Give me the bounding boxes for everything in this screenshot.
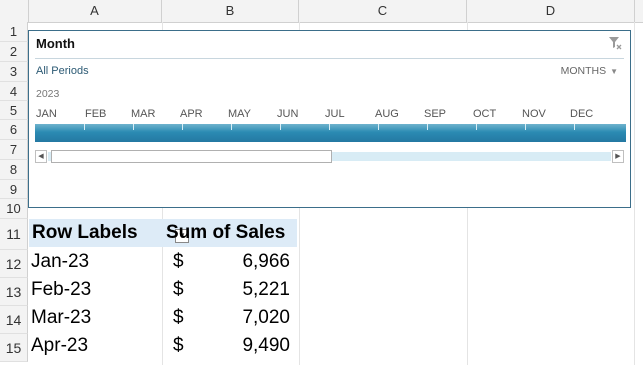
month-label-dec[interactable]: DEC <box>570 108 593 120</box>
currency-symbol: $ <box>173 335 184 356</box>
row-header-13[interactable]: 13 <box>0 278 28 306</box>
row-header-5[interactable]: 5 <box>0 101 28 120</box>
row-header-2[interactable]: 2 <box>0 42 28 62</box>
timeline-divider <box>35 58 624 59</box>
chevron-down-icon: ▼ <box>610 67 618 76</box>
month-label-jan[interactable]: JAN <box>36 108 57 120</box>
timeline-scrollbar[interactable]: ◀ ▶ <box>35 150 624 163</box>
column-header-b[interactable]: B <box>162 0 299 22</box>
month-tick <box>574 124 575 130</box>
month-tick <box>280 124 281 130</box>
month-label-sep[interactable]: SEP <box>424 108 446 120</box>
pivot-header-row: Row Labels ▼ Sum of Sales <box>29 219 297 247</box>
pivot-row-label[interactable]: Apr-23 <box>31 335 88 357</box>
row-header-4[interactable]: 4 <box>0 82 28 101</box>
year-label: 2023 <box>36 88 60 100</box>
pivot-row-label[interactable]: Mar-23 <box>31 307 91 329</box>
row-header-10[interactable]: 10 <box>0 199 28 219</box>
time-level-dropdown[interactable]: MONTHS ▼ <box>561 65 618 77</box>
month-label-mar[interactable]: MAR <box>131 108 155 120</box>
month-label-apr[interactable]: APR <box>180 108 203 120</box>
row-labels-header: Row Labels <box>32 222 138 243</box>
pivot-row-label[interactable]: Jan-23 <box>31 251 89 273</box>
scroll-right-icon[interactable]: ▶ <box>612 150 624 163</box>
timeline-selection-bar[interactable] <box>35 124 626 142</box>
row-header-14[interactable]: 14 <box>0 306 28 334</box>
row-header-7[interactable]: 7 <box>0 140 28 160</box>
pivot-row-value[interactable]: 6,966 <box>190 251 290 273</box>
row-header-1[interactable]: 1 <box>0 22 28 42</box>
column-header-c[interactable]: C <box>299 0 467 22</box>
pivot-row-value[interactable]: 9,490 <box>190 335 290 357</box>
clear-filter-icon[interactable] <box>608 35 622 51</box>
month-label-nov[interactable]: NOV <box>522 108 546 120</box>
select-all-corner[interactable] <box>0 0 29 22</box>
month-tick <box>378 124 379 130</box>
pivot-row-label[interactable]: Feb-23 <box>31 279 91 301</box>
month-tick <box>84 124 85 130</box>
scroll-thumb[interactable] <box>51 150 332 163</box>
sum-of-sales-header: Sum of Sales <box>166 222 286 243</box>
row-header-9[interactable]: 9 <box>0 180 28 199</box>
timeline-slicer[interactable]: Month All Periods MONTHS ▼ 2023 JAN FEB M… <box>28 30 631 208</box>
month-tick <box>525 124 526 130</box>
column-header-bar: A B C D <box>0 0 643 23</box>
row-header-11[interactable]: 11 <box>0 219 28 250</box>
row-header-3[interactable]: 3 <box>0 62 28 82</box>
column-header-a[interactable]: A <box>28 0 162 22</box>
scroll-left-icon[interactable]: ◀ <box>35 150 47 163</box>
currency-symbol: $ <box>173 279 184 300</box>
month-label-jun[interactable]: JUN <box>277 108 298 120</box>
month-label-feb[interactable]: FEB <box>85 108 106 120</box>
currency-symbol: $ <box>173 251 184 272</box>
row-header-15[interactable]: 15 <box>0 334 28 362</box>
row-header-12[interactable]: 12 <box>0 250 28 278</box>
pivot-row-value[interactable]: 7,020 <box>190 307 290 329</box>
time-level-label: MONTHS <box>560 65 607 77</box>
row-header-8[interactable]: 8 <box>0 160 28 180</box>
month-label-aug[interactable]: AUG <box>375 108 399 120</box>
month-tick <box>182 124 183 130</box>
timeline-title: Month <box>36 36 75 51</box>
month-label-jul[interactable]: JUL <box>325 108 345 120</box>
month-tick <box>329 124 330 130</box>
month-label-may[interactable]: MAY <box>228 108 251 120</box>
gridline <box>634 22 635 365</box>
month-tick <box>427 124 428 130</box>
currency-symbol: $ <box>173 307 184 328</box>
column-header-d[interactable]: D <box>467 0 635 22</box>
pivot-row-value[interactable]: 5,221 <box>190 279 290 301</box>
row-header-6[interactable]: 6 <box>0 120 28 140</box>
month-label-oct[interactable]: OCT <box>473 108 496 120</box>
month-tick <box>133 124 134 130</box>
month-tick <box>231 124 232 130</box>
period-label: All Periods <box>36 65 89 77</box>
month-tick <box>476 124 477 130</box>
